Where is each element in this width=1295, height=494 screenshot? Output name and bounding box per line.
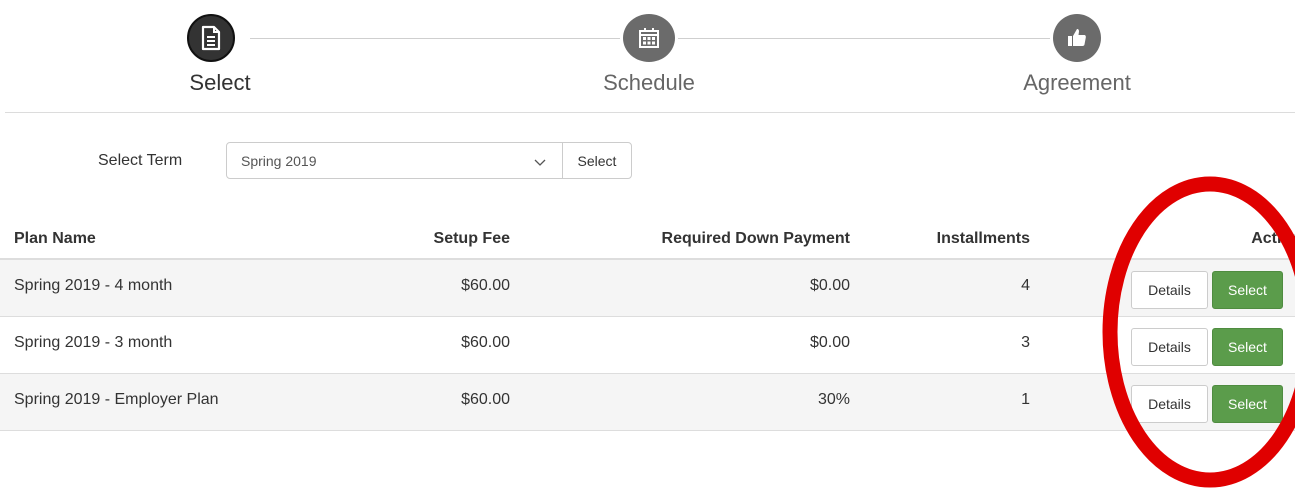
term-dropdown-value: Spring 2019 [241,152,317,169]
term-label: Select Term [98,152,183,169]
select-plan-button[interactable]: Select [1212,271,1283,309]
select-plan-button[interactable]: Select [1212,385,1283,423]
installments: 3 [1021,334,1030,351]
details-button[interactable]: Details [1131,271,1208,309]
table-header: Plan Name Setup Fee Required Down Paymen… [0,218,1295,260]
term-dropdown[interactable]: Spring 2019 [226,142,563,179]
header-action: Action [1251,230,1295,247]
details-button[interactable]: Details [1131,385,1208,423]
step-connector [678,38,1050,39]
table-row: Spring 2019 - Employer Plan $60.00 30% 1… [0,374,1295,431]
installments: 1 [1021,391,1030,408]
select-plan-button[interactable]: Select [1212,328,1283,366]
step-label-select: Select [189,70,251,95]
chevron-down-icon [534,154,546,170]
down-payment: $0.00 [809,277,850,294]
plan-name: Spring 2019 - 4 month [14,277,173,294]
thumbs-up-icon [1053,14,1101,62]
calendar-icon [623,14,675,62]
step-label-schedule: Schedule [603,70,695,95]
setup-fee: $60.00 [461,277,510,294]
table-row: Spring 2019 - 4 month $60.00 $0.00 4 Det… [0,260,1295,317]
setup-fee: $60.00 [461,334,510,351]
stepper-divider [5,112,1295,113]
term-select-button[interactable]: Select [562,142,632,179]
down-payment: $0.00 [809,334,850,351]
step-label-agreement: Agreement [1023,70,1131,95]
header-down-payment: Required Down Payment [661,230,850,247]
document-icon [187,14,235,62]
plan-name: Spring 2019 - Employer Plan [14,391,219,408]
plans-table: Plan Name Setup Fee Required Down Paymen… [0,218,1295,431]
installments: 4 [1021,277,1030,294]
step-connector [250,38,620,39]
progress-stepper: Select Schedule Agreement [0,0,1295,112]
header-plan-name: Plan Name [14,230,96,247]
plan-name: Spring 2019 - 3 month [14,334,173,351]
table-row: Spring 2019 - 3 month $60.00 $0.00 3 Det… [0,317,1295,374]
down-payment: 30% [817,391,850,408]
header-installments: Installments [936,230,1030,247]
setup-fee: $60.00 [461,391,510,408]
details-button[interactable]: Details [1131,328,1208,366]
header-setup-fee: Setup Fee [433,230,510,247]
